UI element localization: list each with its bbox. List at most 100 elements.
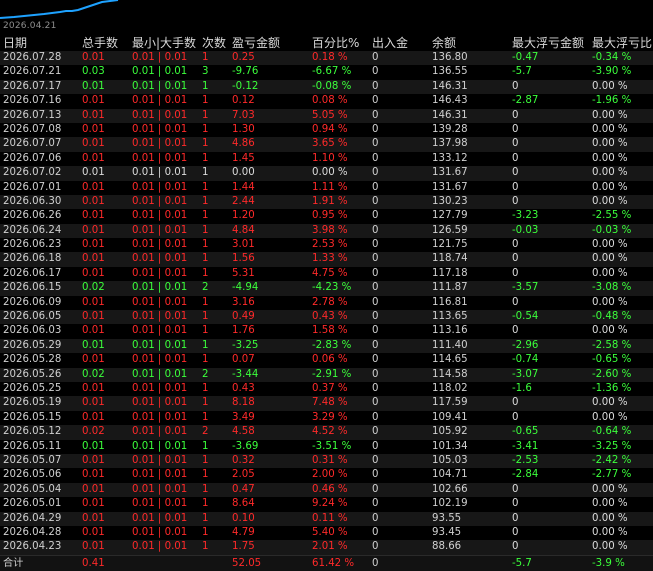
percent-cell: 3.29 % bbox=[312, 411, 348, 423]
table-row[interactable]: 2026.05.29 0.01 0.01 | 0.01 1 -3.25 -2.83 % 0 1… bbox=[0, 338, 653, 354]
table-row[interactable]: 2026.07.06 0.01 0.01 | 0.01 1 1.45 1.10 % 0 133… bbox=[0, 151, 653, 167]
lots-cell: 0.01 bbox=[82, 311, 105, 323]
pnl-cell: 5.31 bbox=[232, 267, 255, 279]
table-row[interactable]: 2026.07.08 0.01 0.01 | 0.01 1 1.30 0.94 % 0 139… bbox=[0, 122, 653, 138]
table-row[interactable]: 2026.05.15 0.01 0.01 | 0.01 1 3.49 3.29 % 0 109… bbox=[0, 410, 653, 426]
percent-cell: 0.46 % bbox=[312, 483, 348, 495]
lots-cell: 0.01 bbox=[82, 109, 105, 121]
max-drawdown-pct-cell: 0.00 % bbox=[592, 411, 628, 423]
col-header-balance[interactable]: 余额 bbox=[432, 35, 510, 51]
table-row[interactable]: 2026.04.23 0.01 0.01 | 0.01 1 1.75 2.01 % 0 88.… bbox=[0, 540, 653, 555]
min-max-lots-cell: 0.01 | 0.01 bbox=[132, 167, 188, 179]
date-cell: 2026.05.25 bbox=[3, 382, 62, 394]
table-row[interactable]: 2026.06.30 0.01 0.01 | 0.01 1 2.44 1.91 % 0 130… bbox=[0, 194, 653, 210]
table-row[interactable]: 2026.06.03 0.01 0.01 | 0.01 1 1.76 1.58 % 0 113… bbox=[0, 324, 653, 339]
table-row[interactable]: 2026.04.29 0.01 0.01 | 0.01 1 0.10 0.11 % 0 93.… bbox=[0, 511, 653, 526]
flow-cell: 0 bbox=[372, 80, 379, 92]
flow-cell: 0 bbox=[372, 167, 379, 179]
col-header-max-drawdown[interactable]: 最大浮亏金额 bbox=[512, 35, 590, 51]
percent-cell: 0.11 % bbox=[312, 512, 348, 524]
min-max-lots-cell: 0.01 | 0.01 bbox=[132, 339, 188, 351]
table-row[interactable]: 2026.07.02 0.01 0.01 | 0.01 1 0.00 0.00 % 0 131… bbox=[0, 166, 653, 181]
equity-chart-strip: 2026.04.21 bbox=[0, 0, 653, 34]
max-drawdown-pct-cell: 0.00 % bbox=[592, 181, 628, 193]
col-header-lots[interactable]: 总手数 bbox=[82, 35, 130, 51]
table-row[interactable]: 2026.07.01 0.01 0.01 | 0.01 1 1.44 1.11 % 0 131… bbox=[0, 180, 653, 195]
min-max-lots-cell: 0.01 | 0.01 bbox=[132, 123, 188, 135]
min-max-lots-cell: 0.01 | 0.01 bbox=[132, 411, 188, 423]
table-row[interactable]: 2026.07.28 0.01 0.01 | 0.01 1 0.25 0.18 % 0 136… bbox=[0, 51, 653, 66]
table-row[interactable]: 2026.06.24 0.01 0.01 | 0.01 1 4.84 3.98 % 0 126… bbox=[0, 223, 653, 239]
percent-cell: 0.08 % bbox=[312, 95, 348, 107]
count-cell: 1 bbox=[202, 95, 209, 107]
table-row[interactable]: 2026.05.25 0.01 0.01 | 0.01 1 0.43 0.37 % 0 118… bbox=[0, 381, 653, 397]
table-header: 日期 总手数 最小|大手数 次数 盈亏金额 百分比% 出入金 余额 最大浮亏金额… bbox=[0, 35, 653, 51]
lots-cell: 0.01 bbox=[82, 454, 105, 466]
table-row[interactable]: 2026.06.26 0.01 0.01 | 0.01 1 1.20 0.95 % 0 127… bbox=[0, 209, 653, 224]
min-max-lots-cell: 0.01 | 0.01 bbox=[132, 239, 188, 251]
col-header-count[interactable]: 次数 bbox=[202, 35, 230, 51]
table-row[interactable]: 2026.05.04 0.01 0.01 | 0.01 1 0.47 0.46 % 0 102… bbox=[0, 482, 653, 498]
col-header-date[interactable]: 日期 bbox=[3, 35, 79, 51]
lots-cell: 0.01 bbox=[82, 152, 105, 164]
table-row[interactable]: 2026.05.06 0.01 0.01 | 0.01 1 2.05 2.00 % 0 104… bbox=[0, 468, 653, 483]
max-drawdown-cell: 0 bbox=[512, 167, 519, 179]
lots-cell: 0.01 bbox=[82, 181, 105, 193]
col-header-pnl[interactable]: 盈亏金额 bbox=[232, 35, 310, 51]
lots-cell: 0.01 bbox=[82, 354, 105, 366]
table-row[interactable]: 2026.05.26 0.02 0.01 | 0.01 2 -3.44 -2.91 % 0 1… bbox=[0, 367, 653, 382]
table-row[interactable]: 2026.07.17 0.01 0.01 | 0.01 1 -0.12 -0.08 % 0 1… bbox=[0, 79, 653, 95]
col-header-deposit-withdraw[interactable]: 出入金 bbox=[372, 35, 430, 51]
percent-cell: 0.94 % bbox=[312, 123, 348, 135]
date-cell: 2026.05.06 bbox=[3, 469, 62, 481]
table-row[interactable]: 2026.06.09 0.01 0.01 | 0.01 1 3.16 2.78 % 0 116… bbox=[0, 295, 653, 311]
pnl-cell: 1.76 bbox=[232, 325, 255, 337]
flow-cell: 0 bbox=[372, 239, 379, 251]
table-row[interactable]: 2026.06.18 0.01 0.01 | 0.01 1 1.56 1.33 % 0 118… bbox=[0, 252, 653, 267]
table-row[interactable]: 2026.06.15 0.02 0.01 | 0.01 2 -4.94 -4.23 % 0 1… bbox=[0, 281, 653, 296]
date-cell: 2026.06.03 bbox=[3, 325, 62, 337]
table-row[interactable]: 2026.05.11 0.01 0.01 | 0.01 1 -3.69 -3.51 % 0 1… bbox=[0, 439, 653, 454]
pnl-cell: 0.00 bbox=[232, 167, 255, 179]
table-row[interactable]: 2026.05.07 0.01 0.01 | 0.01 1 0.32 0.31 % 0 105… bbox=[0, 453, 653, 469]
balance-cell: 93.55 bbox=[432, 512, 462, 524]
pnl-cell: 2.05 bbox=[232, 469, 255, 481]
table-row[interactable]: 2026.06.23 0.01 0.01 | 0.01 1 3.01 2.53 % 0 121… bbox=[0, 238, 653, 253]
table-row[interactable]: 2026.05.01 0.01 0.01 | 0.01 1 8.64 9.24 % 0 102… bbox=[0, 497, 653, 512]
col-header-min-max-lots[interactable]: 最小|大手数 bbox=[132, 35, 200, 51]
table-row[interactable]: 2026.06.17 0.01 0.01 | 0.01 1 5.31 4.75 % 0 117… bbox=[0, 266, 653, 282]
total-percent: 61.42 % bbox=[312, 558, 355, 569]
max-drawdown-pct-cell: 0.00 % bbox=[592, 253, 628, 265]
lots-cell: 0.01 bbox=[82, 512, 105, 524]
flow-cell: 0 bbox=[372, 426, 379, 438]
table-row[interactable]: 2026.07.16 0.01 0.01 | 0.01 1 0.12 0.08 % 0 146… bbox=[0, 94, 653, 109]
flow-cell: 0 bbox=[372, 311, 379, 323]
table-row[interactable]: 2026.05.19 0.01 0.01 | 0.01 1 8.18 7.48 % 0 117… bbox=[0, 396, 653, 411]
lots-cell: 0.01 bbox=[82, 498, 105, 510]
max-drawdown-pct-cell: 0.00 % bbox=[592, 195, 628, 207]
table-row[interactable]: 2026.06.05 0.01 0.01 | 0.01 1 0.49 0.43 % 0 113… bbox=[0, 310, 653, 325]
flow-cell: 0 bbox=[372, 454, 379, 466]
max-drawdown-pct-cell: -0.34 % bbox=[592, 52, 632, 63]
pnl-cell: 2.44 bbox=[232, 195, 255, 207]
table-row[interactable]: 2026.05.28 0.01 0.01 | 0.01 1 0.07 0.06 % 0 114… bbox=[0, 353, 653, 368]
col-header-percent[interactable]: 百分比% bbox=[312, 35, 370, 51]
percent-cell: 1.11 % bbox=[312, 181, 348, 193]
max-drawdown-pct-cell: -2.77 % bbox=[592, 469, 632, 481]
table-row[interactable]: 2026.04.28 0.01 0.01 | 0.01 1 4.79 5.40 % 0 93.… bbox=[0, 525, 653, 541]
percent-cell: 3.98 % bbox=[312, 224, 348, 236]
col-header-max-drawdown-pct[interactable]: 最大浮亏比 bbox=[592, 35, 653, 51]
date-cell: 2026.04.29 bbox=[3, 512, 62, 524]
max-drawdown-cell: -5.7 bbox=[512, 66, 532, 78]
table-row[interactable]: 2026.05.12 0.02 0.01 | 0.01 2 4.58 4.52 % 0 105… bbox=[0, 425, 653, 440]
date-cell: 2026.06.24 bbox=[3, 224, 62, 236]
table-row[interactable]: 2026.07.07 0.01 0.01 | 0.01 1 4.86 3.65 % 0 137… bbox=[0, 137, 653, 152]
table-row[interactable]: 2026.07.13 0.01 0.01 | 0.01 1 7.03 5.05 % 0 146… bbox=[0, 108, 653, 123]
max-drawdown-pct-cell: 0.00 % bbox=[592, 483, 628, 495]
date-cell: 2026.06.17 bbox=[3, 267, 62, 279]
table-row[interactable]: 2026.07.21 0.03 0.01 | 0.01 3 -9.76 -6.67 % 0 1… bbox=[0, 65, 653, 80]
balance-cell: 137.98 bbox=[432, 138, 468, 150]
pnl-cell: 1.20 bbox=[232, 210, 255, 222]
max-drawdown-cell: 0 bbox=[512, 181, 519, 193]
lots-cell: 0.01 bbox=[82, 52, 105, 63]
